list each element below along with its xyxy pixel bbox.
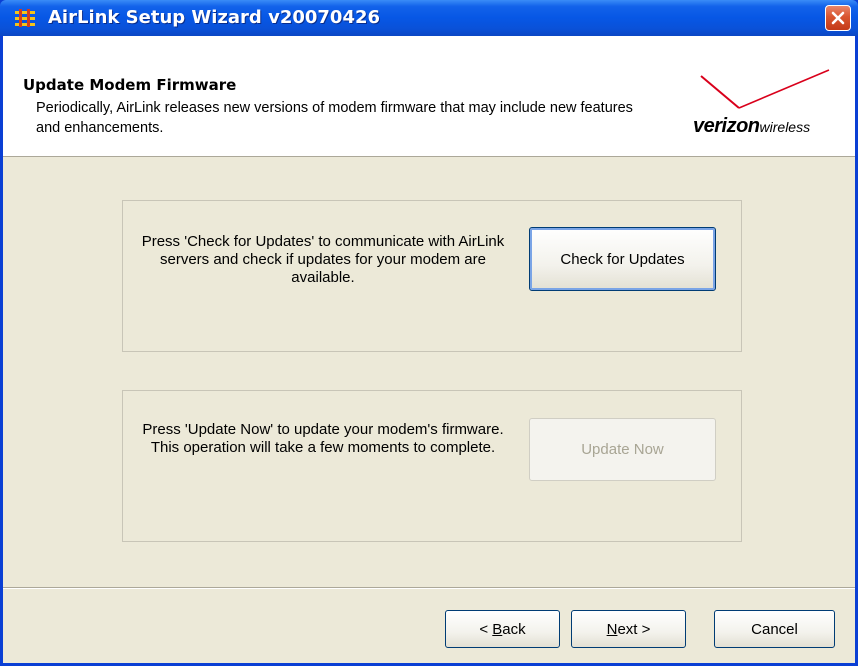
logo-wireless-text: wireless — [759, 119, 811, 135]
page-description: Periodically, AirLink releases new versi… — [36, 100, 633, 136]
update-now-group: Press 'Update Now' to update your modem'… — [122, 390, 742, 542]
window-title: AirLink Setup Wizard v20070426 — [48, 7, 381, 28]
next-button[interactable]: Next > — [571, 610, 686, 648]
back-label-accelerator: B — [492, 620, 503, 638]
next-label-rest: ext > — [617, 620, 651, 638]
dialog-client-area: Update Modem Firmware Periodically, AirL… — [3, 36, 855, 663]
app-icon — [15, 9, 35, 27]
check-for-updates-button[interactable]: Check for Updates — [529, 227, 716, 291]
logo-wordmark: verizonwireless — [693, 115, 810, 138]
back-button[interactable]: < Back — [445, 610, 560, 648]
page-title: Update Modem Firmware — [23, 76, 237, 94]
cancel-button[interactable]: Cancel — [714, 610, 835, 648]
verizon-wireless-logo: verizonwireless — [691, 68, 855, 148]
update-now-instructions: Press 'Update Now' to update your modem'… — [142, 421, 504, 456]
next-button-label: Next > — [607, 621, 651, 638]
next-label-accelerator: N — [606, 620, 618, 638]
wizard-window: AirLink Setup Wizard v20070426 Update Mo… — [0, 0, 858, 666]
back-label-rest: ack — [502, 620, 526, 638]
check-updates-instructions: Press 'Check for Updates' to communicate… — [141, 233, 505, 286]
title-bar[interactable]: AirLink Setup Wizard v20070426 — [0, 0, 858, 36]
back-label-prefix: < — [479, 620, 493, 638]
footer-divider — [3, 587, 855, 589]
check-updates-group: Press 'Check for Updates' to communicate… — [122, 200, 742, 352]
wizard-header: Update Modem Firmware Periodically, AirL… — [3, 36, 855, 157]
close-icon — [831, 11, 845, 25]
update-now-button[interactable]: Update Now — [529, 418, 716, 481]
back-button-label: < Back — [479, 621, 525, 638]
logo-verizon-text: verizon — [693, 115, 760, 137]
close-button[interactable] — [825, 5, 851, 31]
